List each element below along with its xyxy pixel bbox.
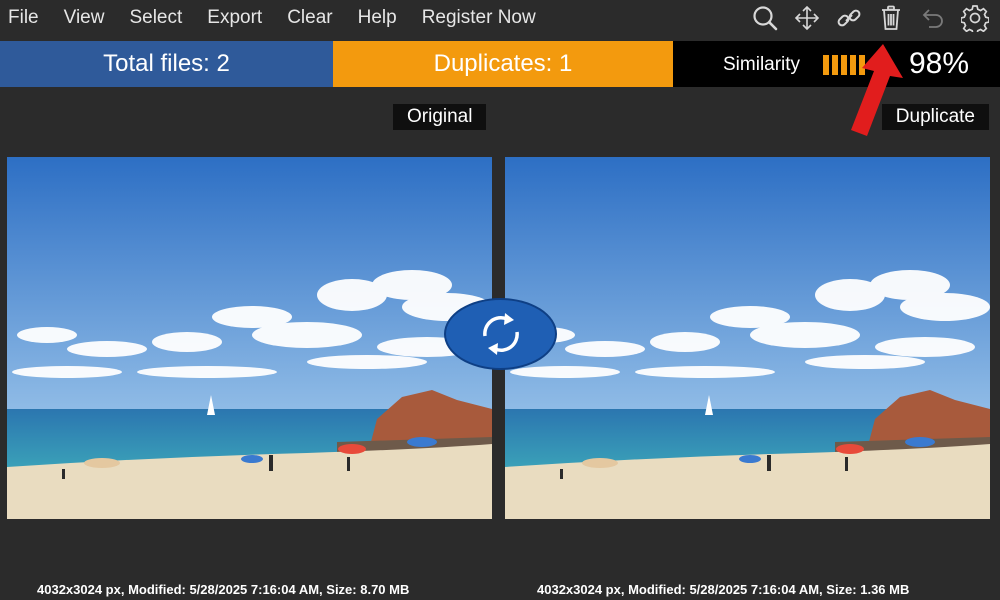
menu-clear[interactable]: Clear bbox=[287, 7, 345, 29]
main-menu: File View Select Export Clear Help Regis… bbox=[8, 7, 561, 29]
move-icon bbox=[794, 5, 820, 31]
link-icon bbox=[837, 9, 861, 27]
original-image[interactable] bbox=[7, 157, 492, 519]
beach-photo-duplicate bbox=[505, 157, 990, 519]
original-caption: Original bbox=[393, 104, 487, 130]
similarity-label: Similarity bbox=[723, 54, 801, 75]
menu-select[interactable]: Select bbox=[129, 7, 195, 29]
red-arrow-annotation bbox=[851, 44, 903, 136]
menu-export[interactable]: Export bbox=[207, 7, 275, 29]
settings-button[interactable] bbox=[958, 2, 992, 34]
duplicate-image[interactable] bbox=[505, 157, 990, 519]
similarity-percentage: 98% bbox=[909, 47, 970, 80]
settings-icon bbox=[961, 5, 989, 32]
similarity-bar bbox=[823, 55, 829, 75]
duplicate-file-info: 4032x3024 px, Modified: 5/28/2025 7:16:0… bbox=[537, 582, 910, 597]
search-icon bbox=[753, 6, 778, 31]
toolbar bbox=[748, 2, 992, 34]
menu-view[interactable]: View bbox=[64, 7, 118, 29]
menu-help[interactable]: Help bbox=[358, 7, 410, 29]
similarity-panel: Similarity 98% bbox=[673, 41, 1000, 87]
duplicates-count: Duplicates: 1 bbox=[333, 41, 673, 87]
beach-photo-original bbox=[7, 157, 492, 519]
swap-icon bbox=[482, 313, 519, 355]
menu-bar: File View Select Export Clear Help Regis… bbox=[0, 0, 1000, 38]
trash-icon bbox=[882, 5, 900, 30]
delete-button[interactable] bbox=[874, 2, 908, 34]
menu-register-now[interactable]: Register Now bbox=[422, 7, 549, 29]
undo-icon bbox=[922, 9, 943, 28]
link-button[interactable] bbox=[832, 2, 866, 34]
move-button[interactable] bbox=[790, 2, 824, 34]
undo-button[interactable] bbox=[916, 2, 950, 34]
search-button[interactable] bbox=[748, 2, 782, 34]
swap-images-button[interactable] bbox=[444, 298, 557, 370]
original-file-info: 4032x3024 px, Modified: 5/28/2025 7:16:0… bbox=[37, 582, 410, 597]
menu-file[interactable]: File bbox=[8, 7, 52, 29]
similarity-bar bbox=[832, 55, 838, 75]
total-files-count: Total files: 2 bbox=[0, 41, 333, 87]
